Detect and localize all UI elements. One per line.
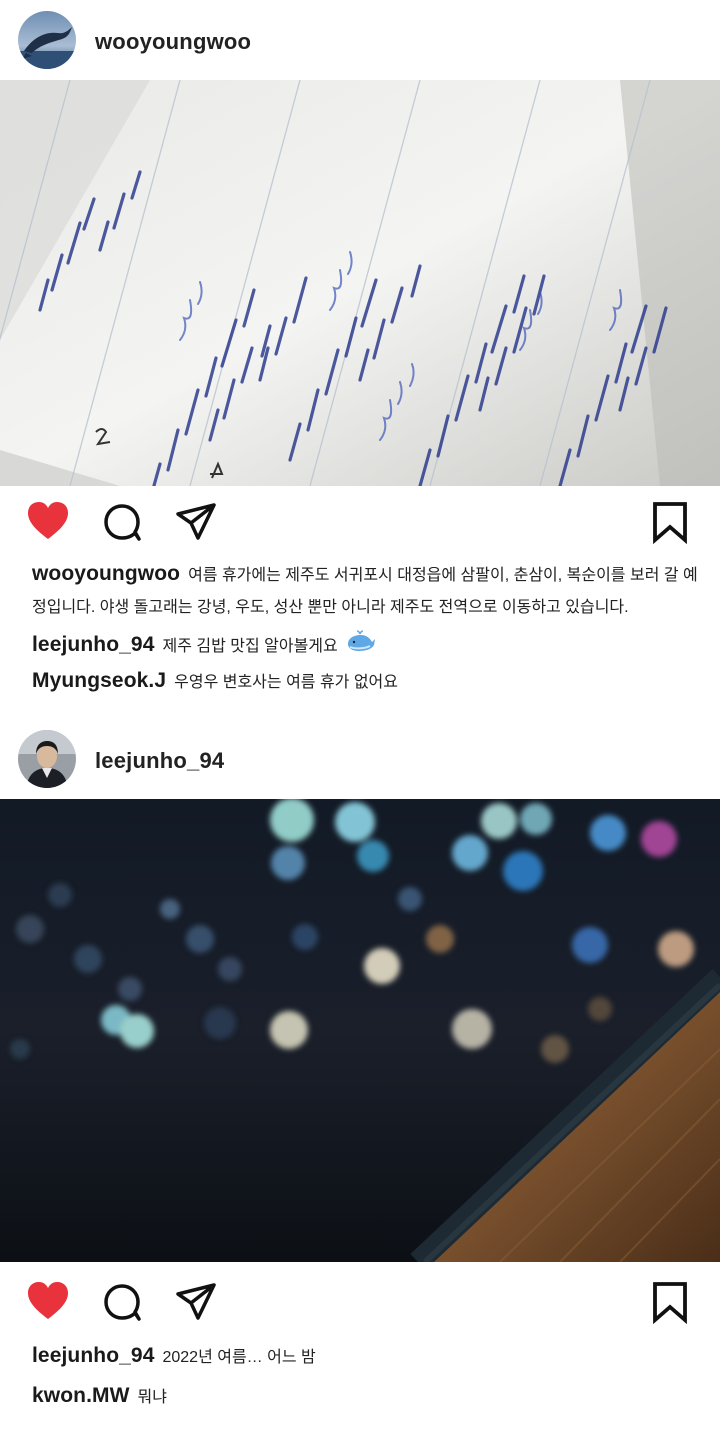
share-paper-plane-icon[interactable] (174, 1280, 218, 1324)
comment-username[interactable]: kwon.MW (32, 1384, 130, 1407)
comment-username[interactable]: leejunho_94 (32, 633, 154, 656)
comment-username[interactable]: leejunho_94 (32, 1344, 154, 1367)
comment-text: 우영우 변호사는 여름 휴가 없어요 (174, 674, 399, 691)
post-username[interactable]: wooyoungwoo (95, 29, 251, 55)
whale-emoji-icon (346, 630, 376, 663)
handwritten-notebook-photo (0, 80, 720, 486)
comment-text: 제주 김밥 맛집 알아볼게요 (162, 638, 338, 655)
comment-bubble-icon[interactable] (101, 500, 145, 544)
caption-username[interactable]: wooyoungwoo (32, 562, 180, 585)
action-bar (0, 490, 720, 550)
comment-row: Myungseok.J 우영우 변호사는 여름 휴가 없어요 (32, 666, 702, 698)
whale-avatar[interactable] (18, 11, 76, 69)
share-paper-plane-icon[interactable] (174, 500, 218, 544)
comment-row: leejunho_94 제주 김밥 맛집 알아볼게요 (32, 630, 702, 663)
action-bar (0, 1270, 720, 1330)
comment-row: leejunho_94 2022년 여름… 어느 밤 (32, 1341, 702, 1373)
comment-text: 2022년 여름… 어느 밤 (162, 1349, 316, 1366)
post-header: leejunho_94 (0, 719, 720, 799)
bookmark-icon[interactable] (648, 500, 692, 545)
night-city-bokeh-photo (0, 799, 720, 1262)
comment-row: kwon.MW 뭐냐 (32, 1381, 702, 1413)
post-username[interactable]: leejunho_94 (95, 748, 224, 774)
like-heart-icon[interactable] (26, 500, 70, 544)
comment-username[interactable]: Myungseok.J (32, 669, 166, 692)
comment-bubble-icon[interactable] (101, 1280, 145, 1324)
like-heart-icon[interactable] (26, 1280, 70, 1324)
bookmark-icon[interactable] (648, 1280, 692, 1325)
post-header: wooyoungwoo (0, 0, 720, 80)
post-caption: wooyoungwoo 여름 휴가에는 제주도 서귀포시 대정읍에 삼팔이, 춘삼… (32, 558, 702, 624)
man-portrait-avatar[interactable] (18, 730, 76, 788)
comment-text: 뭐냐 (137, 1389, 167, 1406)
